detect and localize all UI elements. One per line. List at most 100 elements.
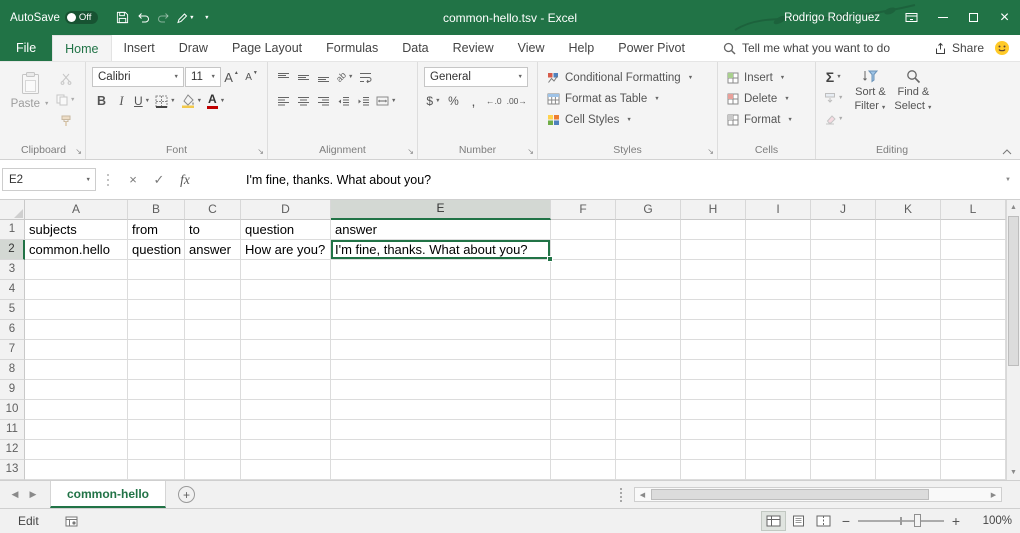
cell-A6[interactable]	[25, 320, 128, 340]
cell-A4[interactable]	[25, 280, 128, 300]
feedback-button[interactable]	[994, 35, 1010, 61]
cell-B10[interactable]	[128, 400, 185, 420]
cell-I8[interactable]	[746, 360, 811, 380]
cell-F4[interactable]	[551, 280, 616, 300]
autosum-button[interactable]: Σ▼	[822, 67, 845, 87]
cell-B1[interactable]: from	[128, 220, 185, 240]
cell-C8[interactable]	[185, 360, 241, 380]
ribbon-display-options-button[interactable]	[896, 0, 927, 35]
increase-indent-button[interactable]	[354, 91, 373, 111]
expand-formula-bar-button[interactable]: ▼	[998, 177, 1018, 183]
row-header-13[interactable]: 13	[0, 460, 25, 480]
row-header-9[interactable]: 9	[0, 380, 25, 400]
share-button[interactable]: Share	[934, 35, 984, 61]
cell-A11[interactable]	[25, 420, 128, 440]
cell-K12[interactable]	[876, 440, 941, 460]
cell-F5[interactable]	[551, 300, 616, 320]
tell-me-box[interactable]: Tell me what you want to do	[723, 35, 890, 61]
cell-E2[interactable]: I'm fine, thanks. What about you?	[331, 240, 551, 260]
column-header-A[interactable]: A	[25, 200, 128, 220]
cell-A13[interactable]	[25, 460, 128, 480]
grow-font-button[interactable]: A▲	[222, 67, 241, 87]
cell-F11[interactable]	[551, 420, 616, 440]
comma-style-button[interactable]: ,	[464, 91, 483, 111]
zoom-level[interactable]: 100%	[972, 515, 1012, 527]
cell-L9[interactable]	[941, 380, 1006, 400]
align-middle-button[interactable]	[294, 67, 313, 87]
number-format-select[interactable]: General▼	[424, 67, 528, 87]
tab-help[interactable]: Help	[557, 35, 607, 61]
sort-filter-button[interactable]: Sort &Filter▼	[850, 67, 890, 129]
column-header-C[interactable]: C	[185, 200, 241, 220]
cell-I5[interactable]	[746, 300, 811, 320]
cell-E5[interactable]	[331, 300, 551, 320]
cell-F12[interactable]	[551, 440, 616, 460]
cell-C10[interactable]	[185, 400, 241, 420]
cell-A3[interactable]	[25, 260, 128, 280]
cell-D2[interactable]: How are you?	[241, 240, 331, 260]
clipboard-dialog-launcher[interactable]: ↘	[75, 148, 82, 156]
cell-L11[interactable]	[941, 420, 1006, 440]
new-sheet-button[interactable]: +	[178, 486, 195, 503]
cell-G2[interactable]	[616, 240, 681, 260]
cell-L8[interactable]	[941, 360, 1006, 380]
column-header-J[interactable]: J	[811, 200, 876, 220]
formula-bar-splitter[interactable]	[103, 179, 113, 181]
cell-B7[interactable]	[128, 340, 185, 360]
cell-L2[interactable]	[941, 240, 1006, 260]
cell-F1[interactable]	[551, 220, 616, 240]
cell-I9[interactable]	[746, 380, 811, 400]
cell-A5[interactable]	[25, 300, 128, 320]
page-layout-view-button[interactable]	[786, 511, 811, 531]
save-button[interactable]	[112, 6, 132, 30]
tab-power-pivot[interactable]: Power Pivot	[606, 35, 697, 61]
close-button[interactable]: ×	[989, 0, 1020, 35]
cell-C9[interactable]	[185, 380, 241, 400]
row-header-2[interactable]: 2	[0, 240, 25, 260]
fill-button[interactable]: ▼	[822, 88, 845, 108]
formula-input[interactable]: I'm fine, thanks. What about you?	[246, 173, 998, 187]
cell-C13[interactable]	[185, 460, 241, 480]
cell-F3[interactable]	[551, 260, 616, 280]
cell-F8[interactable]	[551, 360, 616, 380]
cell-E6[interactable]	[331, 320, 551, 340]
tab-view[interactable]: View	[506, 35, 557, 61]
horizontal-scrollbar[interactable]: ◀ ▶	[634, 487, 1002, 502]
cell-L3[interactable]	[941, 260, 1006, 280]
cancel-button[interactable]: ×	[120, 168, 146, 191]
cell-I12[interactable]	[746, 440, 811, 460]
qat-customize-button[interactable]: ▼	[196, 6, 216, 30]
cell-H9[interactable]	[681, 380, 746, 400]
cell-B4[interactable]	[128, 280, 185, 300]
cell-J10[interactable]	[811, 400, 876, 420]
normal-view-button[interactable]	[761, 511, 786, 531]
cell-B11[interactable]	[128, 420, 185, 440]
cell-H5[interactable]	[681, 300, 746, 320]
tab-insert[interactable]: Insert	[112, 35, 167, 61]
hscroll-right-icon[interactable]: ▶	[986, 491, 1001, 499]
cell-J6[interactable]	[811, 320, 876, 340]
vscroll-thumb[interactable]	[1008, 216, 1019, 366]
orientation-button[interactable]: ab▼	[334, 67, 355, 87]
cell-K4[interactable]	[876, 280, 941, 300]
cell-C11[interactable]	[185, 420, 241, 440]
cell-L6[interactable]	[941, 320, 1006, 340]
cell-C2[interactable]: answer	[185, 240, 241, 260]
row-header-11[interactable]: 11	[0, 420, 25, 440]
cut-button[interactable]	[54, 69, 77, 89]
sheet-nav-right-icon[interactable]: ▶	[24, 489, 42, 500]
cell-G6[interactable]	[616, 320, 681, 340]
select-all-button[interactable]	[0, 200, 25, 220]
autosave-toggle[interactable]: AutoSave Off	[10, 11, 98, 24]
page-break-view-button[interactable]	[811, 511, 836, 531]
cell-J1[interactable]	[811, 220, 876, 240]
pen-button[interactable]: ▼	[175, 6, 195, 30]
cell-I11[interactable]	[746, 420, 811, 440]
cell-D3[interactable]	[241, 260, 331, 280]
cell-E3[interactable]	[331, 260, 551, 280]
cell-D12[interactable]	[241, 440, 331, 460]
cell-G10[interactable]	[616, 400, 681, 420]
cell-E4[interactable]	[331, 280, 551, 300]
cell-G8[interactable]	[616, 360, 681, 380]
cell-A2[interactable]: common.hello	[25, 240, 128, 260]
